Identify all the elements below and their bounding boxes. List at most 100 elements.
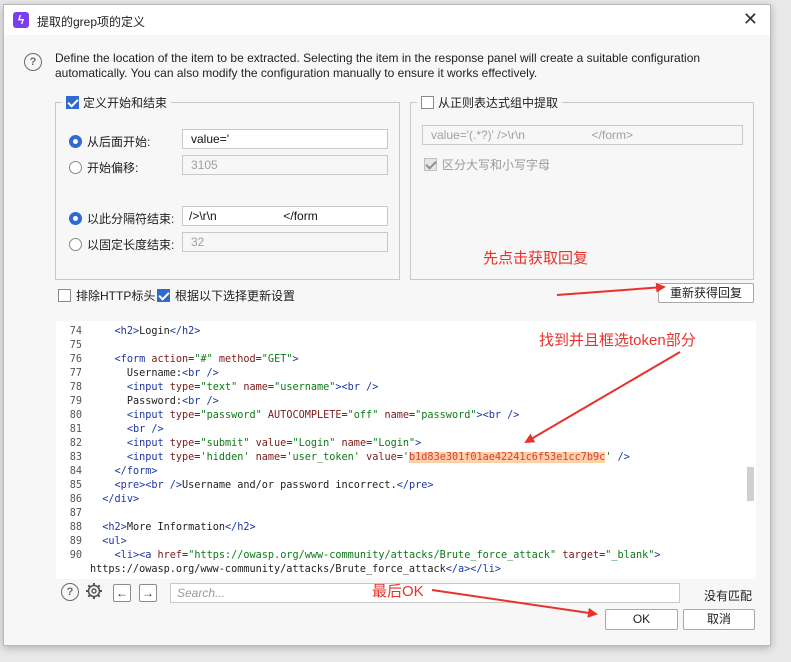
burp-lightning-icon: ϟ [13,12,29,28]
code-token: <br /> [182,396,219,407]
code-token: <br /> [341,382,379,393]
exclude-http-headers-checkbox[interactable] [58,289,71,302]
case-sensitive-option[interactable]: 区分大写和小写字母 [424,156,550,173]
define-start-end-checkbox[interactable] [66,96,79,109]
code-line: 75 [56,339,90,353]
exclude-http-headers-label: 排除HTTP标头 [76,289,156,303]
regex-input[interactable]: value='(.*?)' />\r\n </form> [422,125,743,145]
code-line: 89 <ul> [56,535,127,549]
code-token: More Information [126,522,225,533]
code-line: 88 <h2>More Information</h2> [56,521,256,535]
refetch-response-button[interactable]: 重新获得回复 [658,283,754,303]
code-token: </div> [102,494,140,505]
code-token: type [169,382,195,393]
close-icon[interactable]: ✕ [743,9,758,30]
code-line: 85 <pre><br />Username and/or password i… [56,479,434,493]
ok-button[interactable]: OK [605,609,678,630]
title-bar: ϟ 提取的grep项的定义 ✕ [4,5,770,35]
selected-token: b1d83e301f01ae42241c6f53e1cc7b9c [409,452,606,463]
code-token: </form> [114,466,158,477]
code-token: <br /> [145,480,183,491]
annotation-finally-ok: 最后OK [372,583,424,600]
regex-group-title: 从正则表达式组中提取 [438,96,559,110]
code-token: </li> [470,564,501,575]
case-sensitive-label: 区分大写和小写字母 [442,158,551,172]
response-editor[interactable]: 74 <h2>Login</h2> 75 76 <form action="#" m… [56,321,756,579]
start-end-group-title: 定义开始和结束 [83,96,168,110]
code-token: "_blank" [605,550,655,561]
code-token: <input [126,438,170,449]
code-token: Username and/or password incorrect. [182,480,397,491]
code-line: 83 <input type='hidden' name='user_token… [56,451,630,465]
code-token: "#" [194,354,213,365]
code-line: 77 Username:<br /> [56,367,219,381]
case-sensitive-checkbox[interactable] [424,158,437,171]
start-after-input[interactable]: value=' [182,129,388,149]
code-line: 82 <input type="submit" value="Login" na… [56,437,422,451]
start-offset-label: 开始偏移: [87,161,139,175]
code-line: 86 </div> [56,493,139,507]
line-number: 84 [69,466,82,477]
start-offset-option[interactable]: 开始偏移: [69,159,138,176]
help-icon[interactable]: ? [24,53,42,71]
code-token: <pre> [114,480,146,491]
next-arrow-icon[interactable]: → [139,584,157,602]
editor-help-icon[interactable]: ? [61,583,79,601]
start-end-group: 定义开始和结束 从后面开始: value=' 开始偏移: 3105 以此分隔符结… [55,94,400,280]
code-token: type [169,438,195,449]
code-token: <ul> [102,536,127,547]
line-number: 90 [69,550,82,561]
fixed-length-input[interactable]: 32 [182,232,388,252]
line-number: 89 [69,536,82,547]
start-end-group-header: 定义开始和结束 [62,94,172,111]
end-delimiter-input[interactable]: />\r\n </form [182,206,388,226]
start-after-option[interactable]: 从后面开始: [69,133,150,150]
fixed-length-option[interactable]: 以固定长度结束: [69,236,174,253]
code-token: name [237,382,268,393]
start-after-radio[interactable] [69,135,82,148]
code-line: 78 <input type="text" name="username"><b… [56,381,379,395]
code-line: https://owasp.org/www-community/attacks/… [56,563,501,577]
code-token: AUTOCOMPLETE [261,410,342,421]
previous-arrow-icon[interactable]: ← [113,584,131,602]
code-token: type [169,452,195,463]
code-token: <h2> [114,326,140,337]
start-offset-input[interactable]: 3105 [182,155,388,175]
code-token: <li> [114,550,140,561]
code-line: 79 Password:<br /> [56,395,219,409]
code-token: /> [611,452,630,463]
code-token: name [378,410,409,421]
exclude-http-headers-option[interactable]: 排除HTTP标头 [58,287,155,304]
code-token: <form [114,354,152,365]
fixed-length-label: 以固定长度结束: [87,238,175,252]
update-config-label: 根据以下选择更新设置 [175,289,296,303]
code-token: https://owasp.org/www-community/attacks/… [90,564,446,575]
update-config-option[interactable]: 根据以下选择更新设置 [157,287,295,304]
regex-extract-checkbox[interactable] [421,96,434,109]
line-number: 80 [69,410,82,421]
code-line: 80 <input type="password" AUTOCOMPLETE="… [56,409,520,423]
editor-scrollbar[interactable] [747,467,754,501]
end-delimiter-radio[interactable] [69,212,82,225]
match-count: 没有匹配 [704,589,753,603]
cancel-button[interactable]: 取消 [683,609,755,630]
code-token: <input [126,382,170,393]
fixed-length-radio[interactable] [69,238,82,251]
code-token: name [249,452,281,463]
end-delimiter-option[interactable]: 以此分隔符结束: [69,210,174,227]
line-number: 82 [69,438,82,449]
start-offset-radio[interactable] [69,161,82,174]
code-token: <input [126,452,170,463]
line-number: 75 [69,340,82,351]
search-input[interactable]: Search... [170,583,680,603]
settings-gear-icon[interactable] [85,582,103,600]
update-config-checkbox[interactable] [157,289,170,302]
code-token: <input [126,410,170,421]
code-token: value [249,438,287,449]
code-token: > [654,550,661,561]
start-after-label: 从后面开始: [87,135,151,149]
regex-group: 从正则表达式组中提取 value='(.*?)' />\r\n </form> … [410,94,754,280]
code-token: > [292,354,299,365]
code-token: <br /> [182,368,219,379]
grep-extract-dialog: ϟ 提取的grep项的定义 ✕ ? Define the location of… [3,4,771,646]
